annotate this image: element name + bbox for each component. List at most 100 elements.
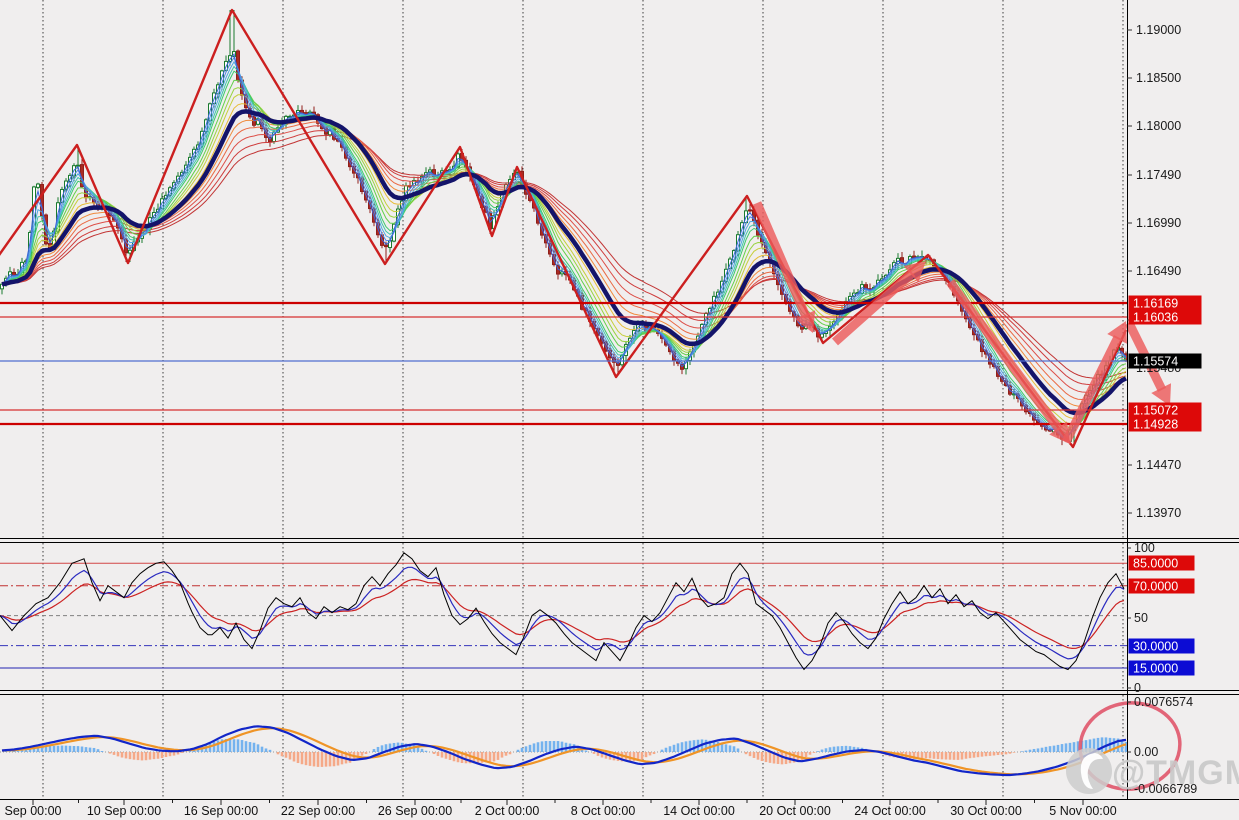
macd-histogram-bar-positive [1056, 744, 1060, 752]
macd-histogram-bar-positive [252, 742, 256, 752]
macd-histogram-bar-negative [972, 752, 976, 758]
macd-histogram-bar-negative [504, 752, 508, 756]
time-axis-label: 24 Oct 00:00 [854, 804, 926, 818]
macd-histogram-bar-negative [1000, 752, 1004, 755]
axis-tick-label: 1.19000 [1136, 23, 1181, 37]
oscillator-level-label: 85.0000 [1133, 557, 1178, 571]
time-axis-label: 2 Oct 00:00 [475, 804, 540, 818]
axis-tick-label: 1.13970 [1136, 506, 1181, 520]
macd-histogram-bar-negative [1008, 752, 1012, 754]
macd-histogram-bar-negative [744, 752, 748, 755]
macd-histogram-bar-negative [336, 752, 340, 766]
macd-histogram-bar-negative [764, 752, 768, 763]
macd-histogram-bar-negative [508, 752, 512, 755]
macd-histogram-bar-positive [68, 745, 72, 752]
macd-histogram-bar-positive [92, 747, 96, 752]
macd-histogram-bar-negative [780, 752, 784, 765]
macd-histogram-bar-negative [812, 752, 816, 753]
time-axis-label: 30 Oct 00:00 [950, 804, 1022, 818]
macd-histogram-bar-negative [768, 752, 772, 763]
macd-histogram-bar-negative [948, 752, 952, 760]
macd-histogram-bar-negative [960, 752, 964, 760]
macd-histogram-bar-positive [76, 746, 80, 752]
macd-histogram-bar-negative [756, 752, 760, 760]
macd-histogram-bar-positive [660, 749, 664, 752]
macd-histogram-bar-negative [108, 752, 112, 754]
macd-histogram-bar-positive [692, 740, 696, 752]
macd-histogram-bar-negative [752, 752, 756, 758]
macd-histogram-bar-positive [840, 746, 844, 752]
macd-histogram-bar-negative [500, 752, 504, 758]
macd-histogram-bar-negative [940, 752, 944, 760]
macd-histogram-bar-negative [952, 752, 956, 760]
macd-histogram-bar-positive [836, 746, 840, 752]
candle-bearish [384, 244, 388, 248]
current-price-label: 1.15574 [1133, 355, 1178, 369]
time-axis-label: 8 Oct 00:00 [571, 804, 636, 818]
macd-histogram-bar-positive [1064, 743, 1068, 752]
macd-histogram-bar-negative [308, 752, 312, 766]
macd-histogram-bar-negative [492, 752, 496, 762]
macd-histogram-bar-positive [1036, 748, 1040, 752]
macd-histogram-bar-positive [380, 745, 384, 752]
macd-histogram-bar-positive [520, 747, 524, 752]
macd-histogram-bar-negative [924, 752, 928, 759]
macd-histogram-bar-negative [592, 752, 596, 754]
macd-histogram-bar-negative [312, 752, 316, 767]
macd-histogram-bar-negative [316, 752, 320, 767]
macd-histogram-bar-negative [156, 752, 160, 759]
macd-histogram-bar-negative [804, 752, 808, 758]
price-level-label: 1.15072 [1133, 404, 1178, 418]
oscillator-level-label: 15.0000 [1133, 662, 1178, 676]
price-level-label: 1.14928 [1133, 418, 1178, 432]
macd-histogram-bar-positive [188, 750, 192, 752]
macd-histogram-bar-positive [216, 740, 220, 752]
macd-histogram-bar-negative [928, 752, 932, 759]
macd-histogram-bar-positive [560, 741, 564, 752]
macd-histogram-bar-negative [984, 752, 988, 757]
macd-histogram-bar-negative [964, 752, 968, 759]
macd-histogram-bar-positive [832, 746, 836, 752]
macd-histogram-bar-positive [828, 747, 832, 752]
macd-histogram-bar-negative [956, 752, 960, 760]
macd-histogram-bar-negative [496, 752, 500, 760]
macd-histogram-bar-positive [1040, 747, 1044, 752]
price-level-label: 1.16036 [1133, 311, 1178, 325]
macd-histogram-bar-positive [1072, 742, 1076, 752]
time-axis-label: Sep 00:00 [5, 804, 62, 818]
macd-histogram-bar-negative [144, 752, 148, 761]
macd-histogram-bar-positive [52, 745, 56, 752]
macd-histogram-bar-positive [516, 749, 520, 752]
macd-histogram-bar-positive [264, 748, 268, 752]
macd-histogram-bar-negative [168, 752, 172, 757]
chart-svg: 1.19000 1.18500 1.18000 1.17490 1.16990 1.164… [0, 0, 1239, 820]
macd-histogram-bar-negative [996, 752, 1000, 756]
macd-histogram-bar-positive [256, 744, 260, 752]
macd-histogram-bar-negative [652, 752, 656, 755]
macd-histogram-bar-negative [436, 752, 440, 757]
macd-histogram-bar-positive [668, 746, 672, 752]
macd-histogram-bar-negative [748, 752, 752, 757]
macd-histogram-bar-negative [944, 752, 948, 760]
watermark-text: @TMGM [1112, 754, 1239, 792]
macd-histogram-bar-positive [728, 745, 732, 752]
macd-histogram-bar-positive [548, 741, 552, 752]
price-level-label: 1.16169 [1133, 297, 1178, 311]
macd-histogram-bar-negative [176, 752, 180, 755]
macd-histogram-bar-negative [988, 752, 992, 756]
macd-histogram-bar-negative [324, 752, 328, 767]
axis-tick-label: 1.16990 [1136, 216, 1181, 230]
axis-tick-label: 1.14470 [1136, 458, 1181, 472]
macd-histogram-bar-positive [1052, 745, 1056, 752]
mt4-chart-window: 1.19000 1.18500 1.18000 1.17490 1.16990 1.164… [0, 0, 1239, 820]
macd-histogram-bar-positive [672, 744, 676, 752]
macd-histogram-bar-positive [64, 745, 68, 752]
macd-histogram-bar-negative [140, 752, 144, 761]
macd-histogram-bar-negative [640, 752, 644, 760]
macd-histogram-bar-positive [1060, 744, 1064, 752]
oscillator-tick-label: 0 [1134, 681, 1141, 695]
macd-histogram-bar-positive [1032, 748, 1036, 752]
axis-tick-label: 1.16490 [1136, 264, 1181, 278]
time-axis-label: 14 Oct 00:00 [663, 804, 735, 818]
macd-histogram-bar-negative [440, 752, 444, 758]
